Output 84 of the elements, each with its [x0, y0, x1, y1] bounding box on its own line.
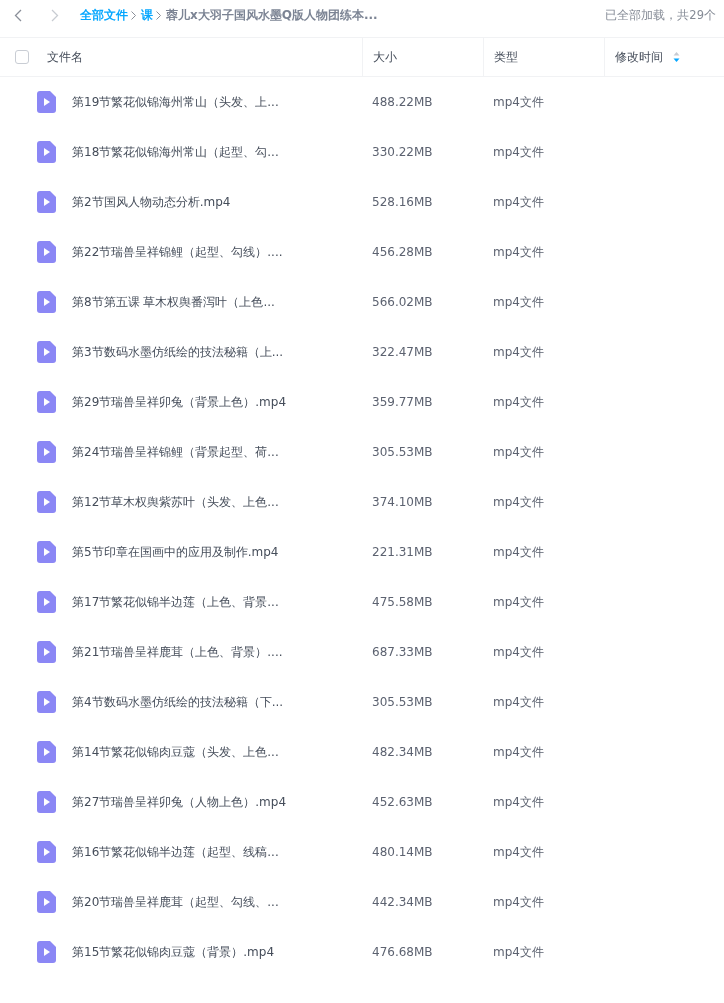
file-size: 442.34MB — [372, 895, 433, 909]
video-file-icon — [37, 291, 56, 313]
video-file-icon — [37, 691, 56, 713]
video-file-icon — [37, 891, 56, 913]
file-type: mp4文件 — [493, 344, 544, 359]
file-type: mp4文件 — [493, 394, 544, 409]
video-file-icon — [37, 641, 56, 663]
column-header[interactable]: 修改时间 — [615, 48, 663, 66]
file-size: 475.58MB — [372, 595, 433, 609]
file-type: mp4文件 — [493, 744, 544, 759]
video-file-icon — [37, 241, 56, 263]
file-type: mp4文件 — [493, 794, 544, 809]
file-name[interactable]: 第20节瑞兽呈祥鹿茸（起型、勾线、... — [72, 893, 279, 911]
file-type: mp4文件 — [493, 544, 544, 559]
file-name[interactable]: 第18节繁花似锦海州常山（起型、勾... — [72, 143, 279, 161]
select-all-checkbox[interactable] — [15, 50, 29, 64]
file-name[interactable]: 第17节繁花似锦半边莲（上色、背景... — [72, 593, 279, 611]
sort-icon[interactable] — [673, 51, 680, 63]
file-type: mp4文件 — [493, 194, 544, 209]
file-name[interactable]: 第5节印章在国画中的应用及制作.mp4 — [72, 543, 279, 561]
file-type: mp4文件 — [493, 894, 544, 909]
file-name[interactable]: 第3节数码水墨仿纸绘的技法秘籍（上... — [72, 343, 284, 361]
file-size: 482.34MB — [372, 745, 433, 759]
file-size: 456.28MB — [372, 245, 433, 259]
video-file-icon — [37, 841, 56, 863]
video-file-icon — [37, 441, 56, 463]
file-size: 322.47MB — [372, 345, 433, 359]
file-name[interactable]: 第16节繁花似锦半边莲（起型、线稿... — [72, 843, 279, 861]
file-size: 488.22MB — [372, 95, 433, 109]
file-type: mp4文件 — [493, 94, 544, 109]
file-name[interactable]: 第8节第五课 草木权舆番泻叶（上色... — [72, 293, 275, 311]
file-name[interactable]: 第24节瑞兽呈祥锦鲤（背景起型、荷... — [72, 443, 279, 461]
file-size: 476.68MB — [372, 945, 433, 959]
video-file-icon — [37, 491, 56, 513]
video-file-icon — [37, 191, 56, 213]
file-size: 452.63MB — [372, 795, 433, 809]
file-name[interactable]: 第15节繁花似锦肉豆蔻（背景）.mp4 — [72, 943, 275, 961]
file-name[interactable]: 第2节国风人物动态分析.mp4 — [72, 193, 231, 211]
chevron-right-icon — [131, 10, 136, 20]
video-file-icon — [37, 741, 56, 763]
chevron-right-icon — [156, 10, 161, 20]
video-file-icon — [37, 341, 56, 363]
file-size: 305.53MB — [372, 695, 433, 709]
file-name[interactable]: 第4节数码水墨仿纸绘的技法秘籍（下... — [72, 693, 284, 711]
load-status: 已全部加载，共29个 — [605, 7, 716, 23]
file-type: mp4文件 — [493, 594, 544, 609]
file-type: mp4文件 — [493, 694, 544, 709]
file-name[interactable]: 第19节繁花似锦海州常山（头发、上... — [72, 93, 279, 111]
video-file-icon — [37, 141, 56, 163]
file-size: 374.10MB — [372, 495, 433, 509]
video-file-icon — [37, 391, 56, 413]
file-type: mp4文件 — [493, 294, 544, 309]
current-folder: 蓉儿x大羽子国风水墨Q版人物团练本... — [166, 6, 378, 24]
file-name[interactable]: 第27节瑞兽呈祥卯兔（人物上色）.mp4 — [72, 793, 287, 811]
file-size: 330.22MB — [372, 145, 433, 159]
chevron-left-icon — [14, 8, 22, 22]
column-header[interactable]: 大小 — [373, 48, 397, 66]
file-size: 687.33MB — [372, 645, 433, 659]
file-type: mp4文件 — [493, 844, 544, 859]
file-size: 221.31MB — [372, 545, 433, 559]
video-file-icon — [37, 591, 56, 613]
column-header[interactable]: 类型 — [494, 48, 518, 66]
file-name[interactable]: 第22节瑞兽呈祥锦鲤（起型、勾线）.... — [72, 243, 283, 261]
file-size: 305.53MB — [372, 445, 433, 459]
file-name[interactable]: 第29节瑞兽呈祥卯兔（背景上色）.mp4 — [72, 393, 287, 411]
file-name[interactable]: 第12节草木权舆紫苏叶（头发、上色... — [72, 493, 279, 511]
column-header[interactable]: 文件名 — [47, 48, 83, 66]
file-type: mp4文件 — [493, 644, 544, 659]
file-type: mp4文件 — [493, 944, 544, 959]
file-size: 480.14MB — [372, 845, 433, 859]
file-size: 359.77MB — [372, 395, 433, 409]
file-type: mp4文件 — [493, 494, 544, 509]
file-type: mp4文件 — [493, 444, 544, 459]
file-type: mp4文件 — [493, 144, 544, 159]
file-size: 528.16MB — [372, 195, 433, 209]
chevron-right-icon — [51, 8, 59, 22]
file-type: mp4文件 — [493, 244, 544, 259]
file-size: 566.02MB — [372, 295, 433, 309]
video-file-icon — [37, 91, 56, 113]
video-file-icon — [37, 941, 56, 963]
file-name[interactable]: 第14节繁花似锦肉豆蔻（头发、上色... — [72, 743, 279, 761]
video-file-icon — [37, 541, 56, 563]
file-name[interactable]: 第21节瑞兽呈祥鹿茸（上色、背景）.... — [72, 643, 283, 661]
video-file-icon — [37, 791, 56, 813]
